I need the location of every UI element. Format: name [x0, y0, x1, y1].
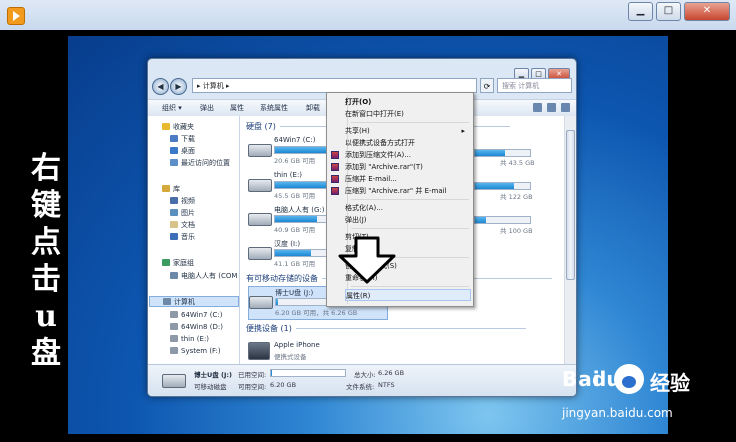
documents-icon	[170, 221, 178, 228]
drive-icon	[170, 335, 178, 342]
address-bar[interactable]: ▸ 计算机 ▸	[192, 78, 477, 93]
drive-icon	[248, 144, 272, 157]
drive-usage-bar	[474, 149, 531, 157]
menu-item[interactable]: 添加到压缩文件(A)...	[345, 149, 471, 161]
nav-item-homegroup[interactable]: 家庭组	[162, 258, 194, 269]
explorer-window-controls: ▁ □ ✕	[512, 61, 570, 81]
menu-item[interactable]: 格式化(A)...	[345, 202, 471, 214]
winrar-icon	[331, 187, 339, 195]
drive-icon	[248, 247, 272, 260]
nav-item-drive-c[interactable]: 64Win7 (C:)	[170, 310, 222, 321]
winrar-icon	[331, 175, 339, 183]
maximize-button[interactable]: □	[656, 2, 681, 21]
back-button[interactable]: ◀	[152, 78, 169, 95]
winrar-icon	[331, 151, 339, 159]
section-removable: 有可移动存储的设备	[246, 274, 552, 283]
player-logo-icon	[7, 7, 25, 25]
desktop-icon	[170, 147, 178, 154]
nav-item-drive-f[interactable]: System (F:)	[170, 346, 221, 357]
help-icon[interactable]	[561, 103, 570, 112]
section-portable: 便携设备 (1)	[246, 324, 526, 333]
nav-item-documents[interactable]: 文档	[170, 220, 195, 231]
menu-item[interactable]: 共享(H) ▸	[345, 125, 471, 137]
refresh-button[interactable]: ⟳	[480, 78, 494, 93]
system-properties-button[interactable]: 系统属性	[260, 100, 288, 116]
menu-separator	[351, 286, 469, 287]
minimize-button[interactable]: ▁	[628, 2, 653, 21]
computer-icon	[170, 272, 178, 279]
pictures-icon	[170, 209, 178, 216]
eject-button[interactable]: 弹出	[200, 100, 214, 116]
nav-item-libraries[interactable]: 库	[162, 184, 180, 195]
drive-icon	[248, 213, 272, 226]
winrar-icon	[331, 163, 339, 171]
drive-icon	[248, 179, 272, 192]
nav-item-videos[interactable]: 视频	[170, 196, 195, 207]
organize-button[interactable]: 组织 ▾	[162, 100, 182, 116]
scroll-thumb[interactable]	[566, 130, 575, 280]
usb-drive-icon	[162, 374, 186, 388]
computer-icon	[163, 298, 171, 305]
menu-item[interactable]: 打开(O)	[345, 96, 471, 108]
nav-item-homegroup-computer[interactable]: 电脑人人有 (COM	[170, 271, 237, 282]
menu-item[interactable]: 压缩到 "Archive.rar" 并 E-mail	[345, 185, 471, 197]
menu-separator	[351, 228, 469, 229]
nav-item-favorites[interactable]: 收藏夹	[162, 122, 194, 133]
music-icon	[170, 233, 178, 240]
nav-item-drive-d[interactable]: 64Win8 (D:)	[170, 322, 223, 333]
view-icon[interactable]	[533, 103, 542, 112]
baidu-url: jingyan.baidu.com	[562, 406, 673, 420]
vertical-scrollbar[interactable]	[564, 116, 576, 364]
star-icon	[162, 123, 170, 130]
download-folder-icon	[170, 135, 178, 142]
close-button[interactable]: ✕	[684, 2, 730, 21]
drive-usage-bar	[474, 216, 531, 224]
navigation-pane: 收藏夹 下载 桌面 最近访问的位置 库 视频 图片 文档 音乐 家庭组 电脑人人…	[148, 116, 240, 364]
menu-item[interactable]: 在新窗口中打开(E)	[345, 108, 471, 120]
video-icon	[170, 197, 178, 204]
nav-item-downloads[interactable]: 下载	[170, 134, 195, 145]
submenu-arrow-icon: ▸	[461, 127, 465, 135]
details-pane: 博士U盘 (J:) 可移动磁盘 已用空间: 可用空间: 6.20 GB 总大小:…	[148, 364, 576, 396]
phone-icon	[248, 342, 270, 360]
search-input[interactable]: 搜索 计算机	[497, 78, 572, 93]
nav-item-music[interactable]: 音乐	[170, 232, 195, 243]
down-arrow-icon	[338, 236, 396, 284]
nav-item-computer[interactable]: 计算机	[149, 296, 239, 307]
drive-icon	[170, 347, 178, 354]
drive-icon	[170, 323, 178, 330]
nav-item-desktop[interactable]: 桌面	[170, 146, 195, 157]
properties-button[interactable]: 属性	[230, 100, 244, 116]
nav-item-drive-e[interactable]: thin (E:)	[170, 334, 209, 345]
forward-button[interactable]: ▶	[170, 78, 187, 95]
preview-pane-icon[interactable]	[547, 103, 556, 112]
homegroup-icon	[162, 259, 170, 266]
menu-item[interactable]: 属性(R)	[345, 289, 471, 301]
baidu-watermark: Bai du 经验	[562, 364, 712, 400]
menu-separator	[351, 122, 469, 123]
uninstall-button[interactable]: 卸载	[306, 100, 320, 116]
menu-separator	[351, 199, 469, 200]
drive-icon	[170, 311, 178, 318]
library-icon	[162, 185, 170, 192]
section-hard-disks: 硬盘 (7)	[246, 122, 509, 131]
details-usage-bar	[270, 369, 346, 377]
menu-item[interactable]: 以便携式设备方式打开	[345, 137, 471, 149]
nav-item-recent-places[interactable]: 最近访问的位置	[170, 158, 230, 169]
usb-drive-icon	[249, 296, 273, 309]
nav-item-pictures[interactable]: 图片	[170, 208, 195, 219]
drive-usage-bar	[474, 182, 531, 190]
menu-item[interactable]: 弹出(J)	[345, 214, 471, 226]
player-title-bar: ▁ □ ✕	[0, 0, 736, 31]
vertical-caption: 右 键 点 击 u 盘	[31, 151, 61, 371]
menu-item[interactable]: 添加到 "Archive.rar"(T)	[345, 161, 471, 173]
recent-places-icon	[170, 159, 178, 166]
menu-item[interactable]: 压缩并 E-mail...	[345, 173, 471, 185]
